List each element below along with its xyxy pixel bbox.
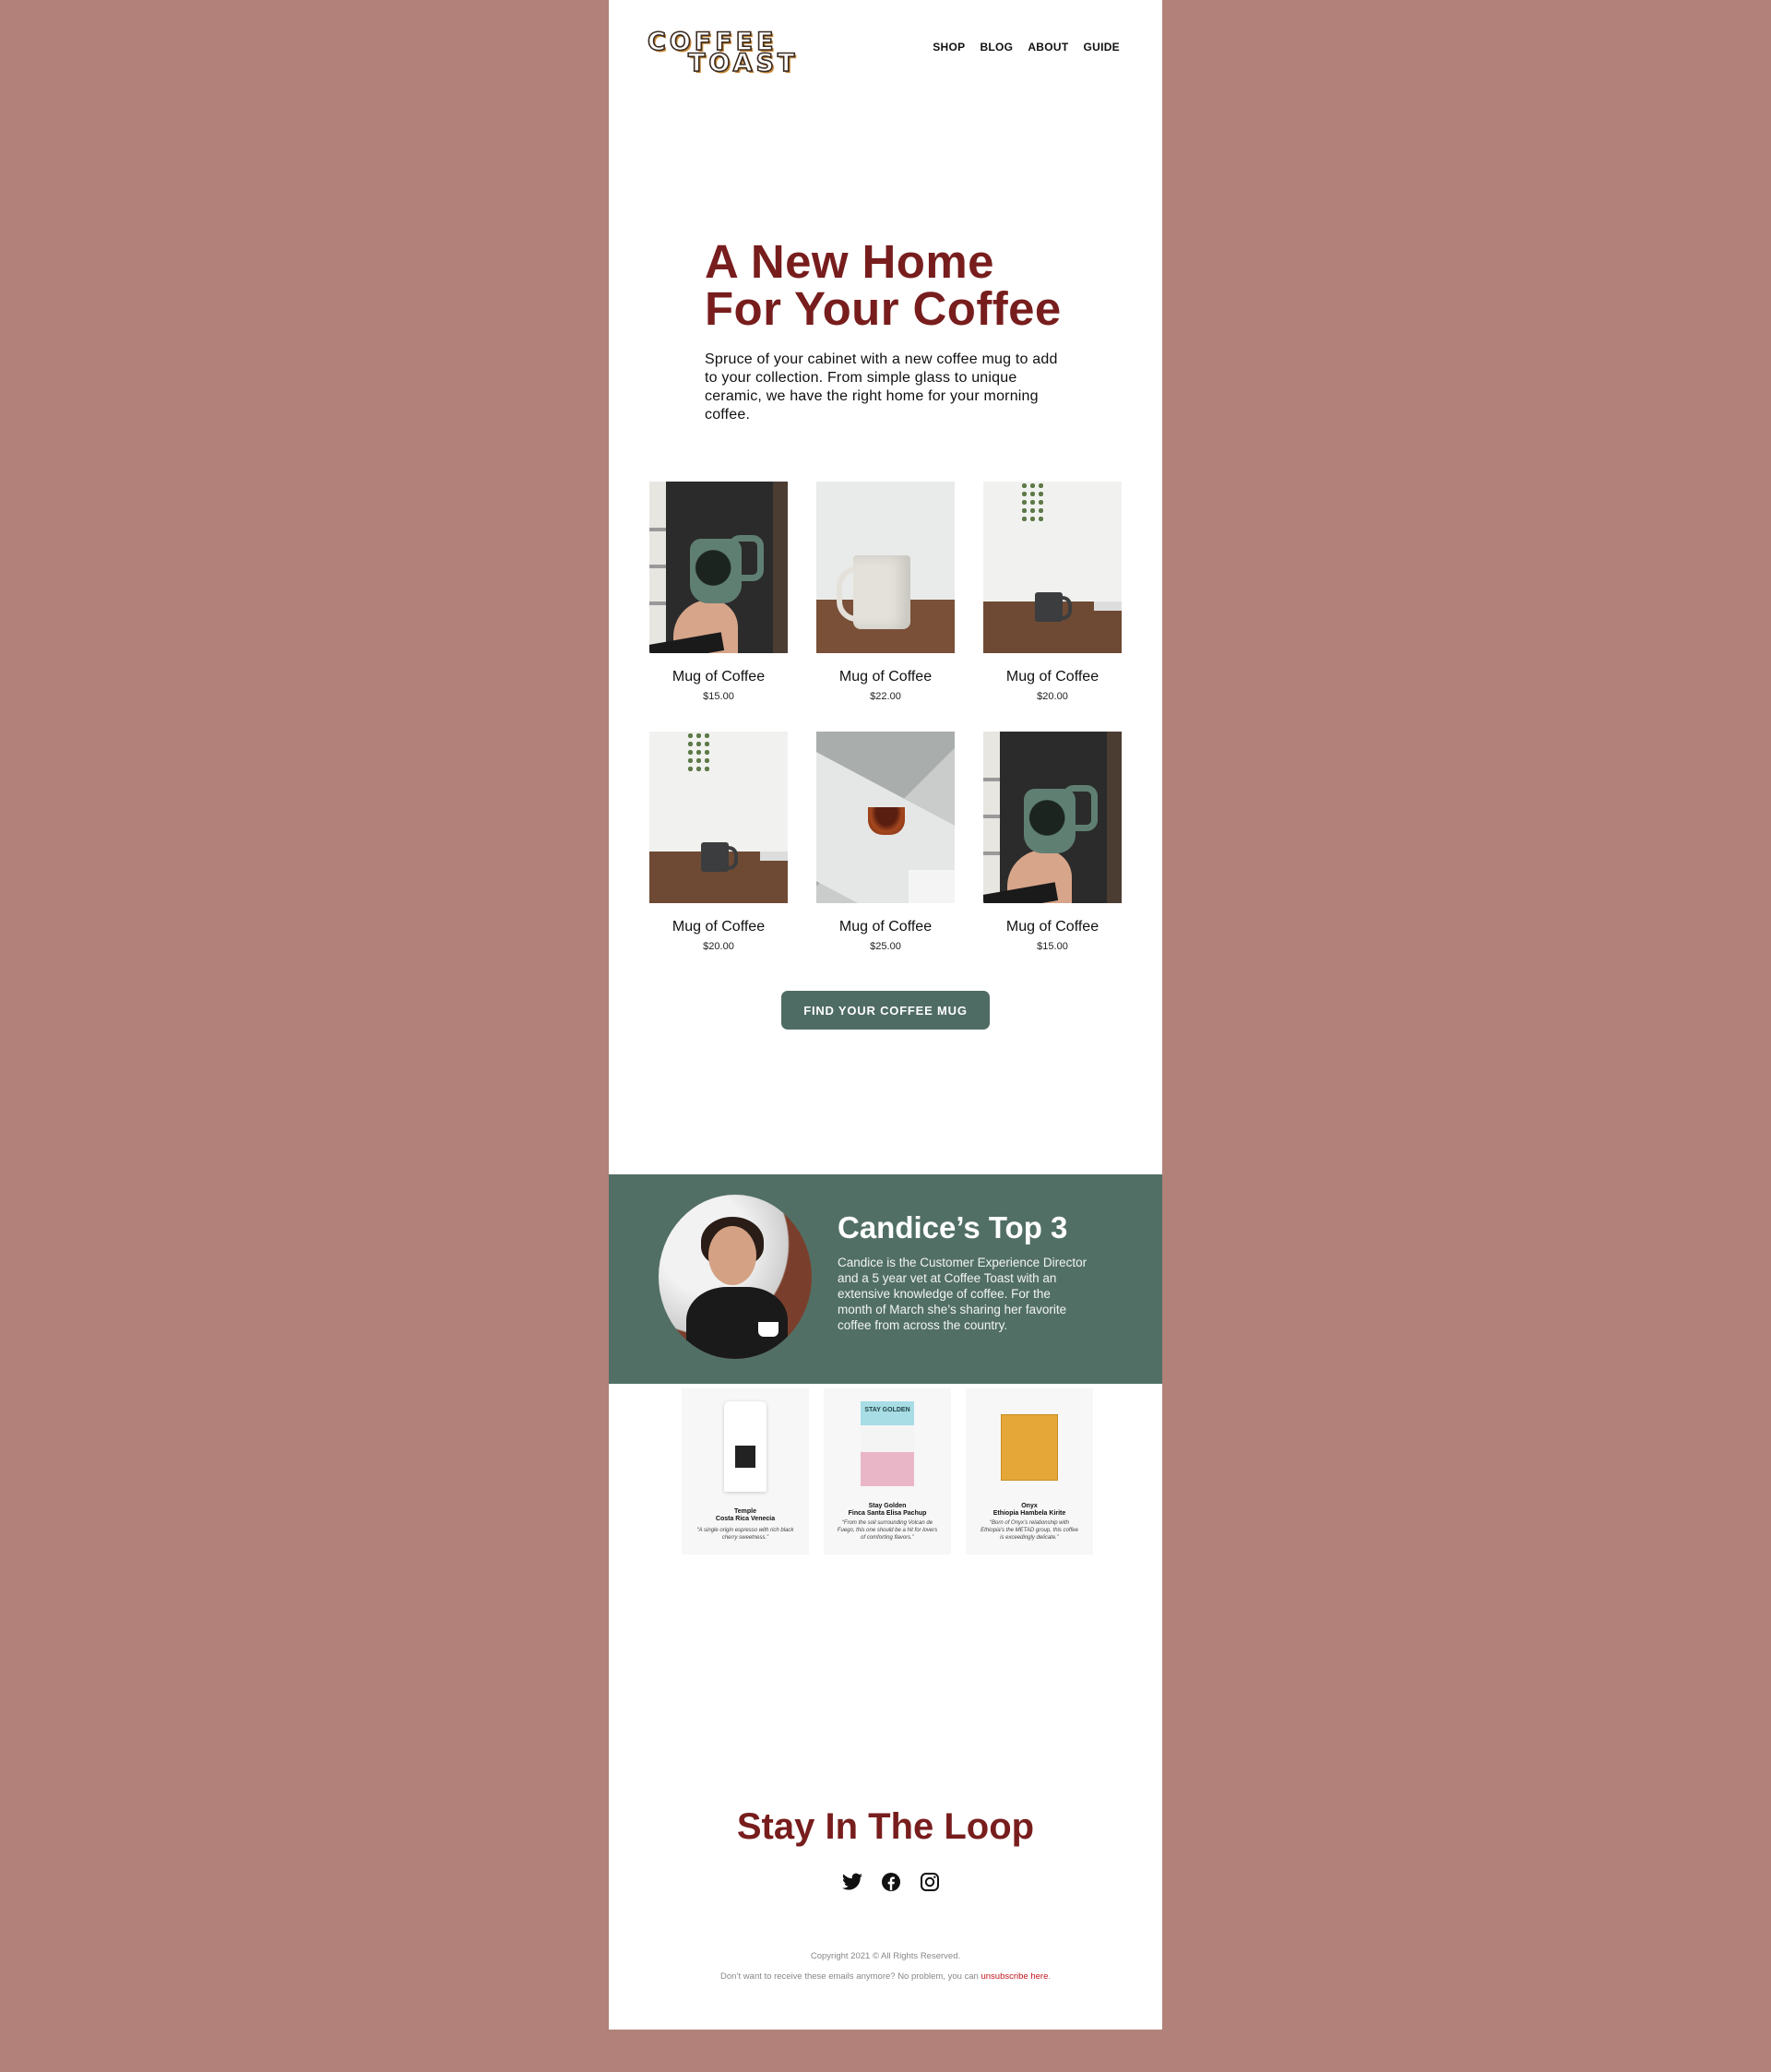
facebook-icon[interactable] — [880, 1871, 902, 1893]
unsubscribe-end: . — [1048, 1971, 1052, 1982]
product-price: $15.00 — [1037, 941, 1068, 952]
coffee-bag-image[interactable] — [724, 1401, 767, 1492]
nav-about[interactable]: ABOUT — [1028, 41, 1068, 54]
coffee-toast-logo[interactable]: COFFEE TOAST — [647, 29, 798, 77]
product-price: $15.00 — [703, 691, 734, 702]
product-photo-white-mug[interactable] — [816, 482, 955, 653]
find-mug-button[interactable]: FIND YOUR COFFEE MUG — [781, 991, 990, 1030]
main-nav: SHOP BLOG ABOUT GUIDE — [933, 41, 1120, 54]
product-name[interactable]: Mug of Coffee — [983, 919, 1122, 935]
product-card[interactable]: Mug of Coffee $22.00 — [816, 482, 955, 702]
coffee-pick-title: Stay Golden Finca Santa Elisa Pachup — [824, 1503, 951, 1518]
product-photo-green-mug[interactable] — [649, 482, 788, 653]
coffee-pick-name: Costa Rica Venecia — [715, 1516, 776, 1522]
product-grid: Mug of Coffee $15.00 Mug of Coffee $22.0… — [649, 482, 1122, 952]
unsubscribe-lead: Don’t want to receive these emails anymo… — [719, 1971, 981, 1982]
feature-title: Candice’s Top 3 — [838, 1210, 1068, 1244]
coffee-bag-image[interactable]: STAY GOLDEN — [861, 1401, 914, 1486]
product-card[interactable]: Mug of Coffee $20.00 — [649, 732, 788, 952]
copyright-text: Copyright 2021 © All Rights Reserved. — [810, 1951, 961, 1961]
coffee-pick-card[interactable]: STAY GOLDEN Stay Golden Finca Santa Elis… — [824, 1388, 951, 1554]
product-name[interactable]: Mug of Coffee — [649, 919, 788, 935]
instagram-icon[interactable] — [919, 1871, 941, 1893]
unsubscribe-link[interactable]: unsubscribe here — [981, 1971, 1048, 1982]
coffee-pick-brand: Stay Golden — [868, 1503, 907, 1509]
coffee-pick-title: Onyx Ethiopia Hambela Kirite — [966, 1503, 1093, 1518]
hero-section: A New Home For Your Coffee Spruce of you… — [705, 238, 1092, 424]
product-price: $20.00 — [703, 941, 734, 952]
coffee-pick-card[interactable]: Temple Costa Rica Venecia “A single orig… — [682, 1388, 809, 1554]
bag-label: STAY GOLDEN — [864, 1407, 910, 1413]
coffee-pick-brand: Onyx — [1021, 1503, 1038, 1509]
product-photo-dark-mug[interactable] — [983, 482, 1122, 653]
hero-title: A New Home For Your Coffee — [705, 238, 1092, 332]
coffee-pick-name: Finca Santa Elisa Pachup — [848, 1510, 927, 1517]
product-card[interactable]: Mug of Coffee $20.00 — [983, 482, 1122, 702]
unsubscribe-text: Don’t want to receive these emails anymo… — [609, 1971, 1162, 1982]
email-body: COFFEE TOAST SHOP BLOG ABOUT GUIDE A New… — [609, 0, 1162, 2030]
hero-title-line-2: For Your Coffee — [705, 282, 1062, 335]
product-name[interactable]: Mug of Coffee — [816, 919, 955, 935]
coffee-bag-image[interactable] — [1001, 1414, 1058, 1481]
newsletter-title: Stay In The Loop — [736, 1806, 1035, 1847]
coffee-pick-card[interactable]: Onyx Ethiopia Hambela Kirite “Born of On… — [966, 1388, 1093, 1554]
coffee-pick-brand: Temple — [734, 1508, 756, 1515]
coffee-pick-name: Ethiopia Hambela Kirite — [992, 1510, 1066, 1517]
product-photo-dark-mug[interactable] — [649, 732, 788, 903]
product-name[interactable]: Mug of Coffee — [649, 669, 788, 685]
product-photo-green-mug[interactable] — [983, 732, 1122, 903]
product-card[interactable]: Mug of Coffee $25.00 — [816, 732, 955, 952]
twitter-icon[interactable] — [841, 1871, 863, 1893]
top-three-list: Temple Costa Rica Venecia “A single orig… — [682, 1388, 1093, 1554]
coffee-pick-title: Temple Costa Rica Venecia — [682, 1508, 809, 1523]
product-price: $20.00 — [1037, 691, 1068, 702]
product-price: $22.00 — [870, 691, 901, 702]
coffee-pick-quote: “From the soil surrounding Volcan de Fue… — [837, 1520, 938, 1541]
feature-band: Candice’s Top 3 Candice is the Customer … — [609, 1174, 1162, 1384]
nav-guide[interactable]: GUIDE — [1083, 41, 1120, 54]
product-photo-glass-cup[interactable] — [816, 732, 955, 903]
product-price: $25.00 — [870, 941, 901, 952]
candice-avatar — [659, 1195, 812, 1359]
product-name[interactable]: Mug of Coffee — [983, 669, 1122, 685]
hero-body: Spruce of your cabinet with a new coffee… — [705, 351, 1058, 423]
product-card[interactable]: Mug of Coffee $15.00 — [649, 482, 788, 702]
coffee-pick-quote: “A single origin espresso with rich blac… — [696, 1528, 794, 1541]
product-name[interactable]: Mug of Coffee — [816, 669, 955, 685]
hero-title-line-1: A New Home — [705, 235, 994, 288]
product-card[interactable]: Mug of Coffee $15.00 — [983, 732, 1122, 952]
nav-blog[interactable]: BLOG — [980, 41, 1013, 54]
social-links — [841, 1871, 941, 1893]
feature-body: Candice is the Customer Experience Direc… — [838, 1256, 1088, 1332]
coffee-pick-quote: “Born of Onyx’s relationship with Ethiop… — [981, 1520, 1078, 1541]
nav-shop[interactable]: SHOP — [933, 41, 965, 54]
